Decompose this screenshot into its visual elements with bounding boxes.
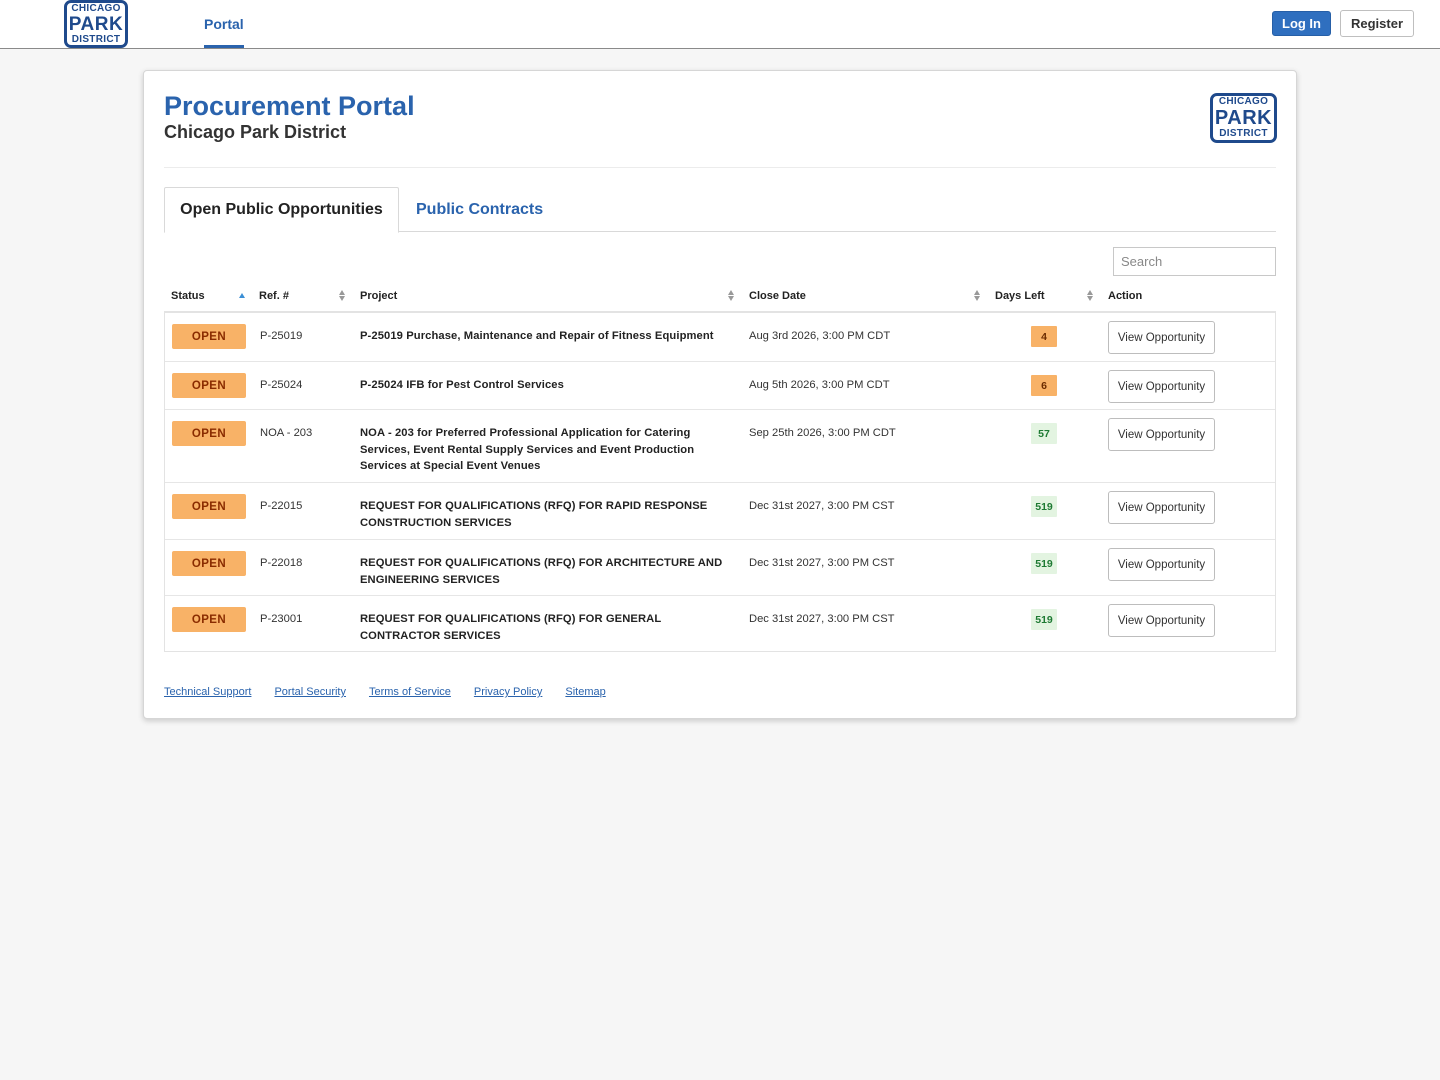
- top-navigation-bar: CHICAGO PARK DISTRICT Portal Log In Regi…: [0, 0, 1440, 49]
- log-in-button[interactable]: Log In: [1272, 11, 1331, 36]
- page-title: Procurement Portal: [164, 91, 415, 121]
- tab-open-public-opportunities[interactable]: Open Public Opportunities: [164, 187, 399, 233]
- project-title: REQUEST FOR QUALIFICATIONS (RFQ) FOR GEN…: [360, 613, 662, 642]
- close-date: Sep 25th 2026, 3:00 PM CDT: [749, 427, 896, 439]
- column-header-status[interactable]: Status: [171, 280, 205, 311]
- view-opportunity-button[interactable]: View Opportunity: [1108, 604, 1215, 637]
- page-subtitle: Chicago Park District: [164, 122, 347, 142]
- column-header-close-date[interactable]: Close Date: [749, 280, 806, 311]
- close-date: Dec 31st 2027, 3:00 PM CST: [749, 557, 895, 569]
- status-badge: OPEN: [172, 551, 246, 576]
- days-left-badge: 6: [1031, 375, 1057, 396]
- register-button[interactable]: Register: [1340, 10, 1414, 37]
- days-left-badge: 57: [1031, 423, 1057, 444]
- days-left-badge: 519: [1031, 609, 1057, 630]
- logo-line-park: PARK: [68, 13, 124, 35]
- logo-line-chicago: CHICAGO: [71, 2, 121, 14]
- ref-number: P-22018: [260, 557, 303, 569]
- footer-link-sitemap[interactable]: Sitemap: [565, 686, 605, 698]
- column-header-project[interactable]: Project: [360, 280, 397, 311]
- project-title: REQUEST FOR QUALIFICATIONS (RFQ) FOR ARC…: [360, 557, 723, 586]
- tab-public-contracts[interactable]: Public Contracts: [416, 187, 543, 233]
- ref-number: P-23001: [260, 613, 303, 625]
- project-title: P-25024 IFB for Pest Control Services: [360, 379, 564, 391]
- logo-line-district: DISTRICT: [1219, 128, 1268, 139]
- footer-link-terms-of-service[interactable]: Terms of Service: [369, 686, 451, 698]
- column-header-action: Action: [1108, 289, 1143, 302]
- table-row: OPEN P-22015 REQUEST FOR QUALIFICATIONS …: [165, 482, 1275, 539]
- days-left-badge: 519: [1031, 553, 1057, 574]
- ref-number: P-25019: [260, 330, 303, 342]
- project-title: REQUEST FOR QUALIFICATIONS (RFQ) FOR RAP…: [360, 500, 708, 529]
- footer-link-portal-security[interactable]: Portal Security: [274, 686, 346, 698]
- status-badge: OPEN: [172, 494, 246, 519]
- ref-number: P-25024: [260, 379, 303, 391]
- footer-link-privacy-policy[interactable]: Privacy Policy: [474, 686, 542, 698]
- nav-link-portal[interactable]: Portal: [204, 0, 244, 48]
- close-date: Dec 31st 2027, 3:00 PM CST: [749, 500, 895, 512]
- sort-icon[interactable]: [974, 280, 980, 311]
- ref-number: NOA - 203: [260, 427, 313, 439]
- status-badge: OPEN: [172, 324, 246, 349]
- table-row: OPEN P-22018 REQUEST FOR QUALIFICATIONS …: [165, 539, 1275, 595]
- status-badge: OPEN: [172, 373, 246, 398]
- header-divider: [164, 167, 1276, 168]
- table-body: OPEN P-25019 P-25019 Purchase, Maintenan…: [164, 313, 1276, 652]
- search-input[interactable]: [1113, 247, 1276, 276]
- footer-links: Technical Support Portal Security Terms …: [164, 686, 606, 698]
- close-date: Aug 3rd 2026, 3:00 PM CDT: [749, 330, 891, 342]
- view-opportunity-button[interactable]: View Opportunity: [1108, 418, 1215, 451]
- table-row: OPEN P-23001 REQUEST FOR QUALIFICATIONS …: [165, 595, 1275, 651]
- column-header-days-left[interactable]: Days Left: [995, 280, 1045, 311]
- view-opportunity-button[interactable]: View Opportunity: [1108, 491, 1215, 524]
- sort-icon[interactable]: [1087, 280, 1093, 311]
- table-row: OPEN P-25019 P-25019 Purchase, Maintenan…: [165, 313, 1275, 361]
- logo-line-park: PARK: [1214, 107, 1273, 129]
- chicago-park-district-logo[interactable]: CHICAGO PARK DISTRICT: [64, 0, 128, 48]
- sort-icon[interactable]: [728, 280, 734, 311]
- project-title: NOA - 203 for Preferred Professional App…: [360, 427, 695, 472]
- days-left-badge: 4: [1031, 326, 1057, 347]
- column-header-ref[interactable]: Ref. #: [259, 280, 289, 311]
- close-date: Dec 31st 2027, 3:00 PM CST: [749, 613, 895, 625]
- table-row: OPEN NOA - 203 NOA - 203 for Preferred P…: [165, 409, 1275, 482]
- project-title: P-25019 Purchase, Maintenance and Repair…: [360, 330, 714, 342]
- status-badge: OPEN: [172, 421, 246, 446]
- logo-line-district: DISTRICT: [71, 33, 121, 45]
- logo-line-chicago: CHICAGO: [1218, 96, 1269, 107]
- procurement-portal-card: Procurement Portal Chicago Park District…: [143, 70, 1297, 719]
- ref-number: P-22015: [260, 500, 303, 512]
- tab-bar: Open Public Opportunities Public Contrac…: [164, 187, 1276, 233]
- sort-icon[interactable]: [339, 280, 345, 311]
- view-opportunity-button[interactable]: View Opportunity: [1108, 321, 1215, 354]
- opportunities-table: Status Ref. # Project Close Date Days Le…: [164, 280, 1276, 652]
- days-left-badge: 519: [1031, 496, 1057, 517]
- sort-ascending-icon[interactable]: [239, 280, 245, 311]
- status-badge: OPEN: [172, 607, 246, 632]
- footer-link-technical-support[interactable]: Technical Support: [164, 686, 251, 698]
- view-opportunity-button[interactable]: View Opportunity: [1108, 548, 1215, 581]
- table-row: OPEN P-25024 P-25024 IFB for Pest Contro…: [165, 361, 1275, 409]
- table-header: Status Ref. # Project Close Date Days Le…: [164, 280, 1276, 313]
- close-date: Aug 5th 2026, 3:00 PM CDT: [749, 379, 890, 391]
- chicago-park-district-logo-badge: CHICAGO PARK DISTRICT: [1210, 93, 1277, 143]
- view-opportunity-button[interactable]: View Opportunity: [1108, 370, 1215, 403]
